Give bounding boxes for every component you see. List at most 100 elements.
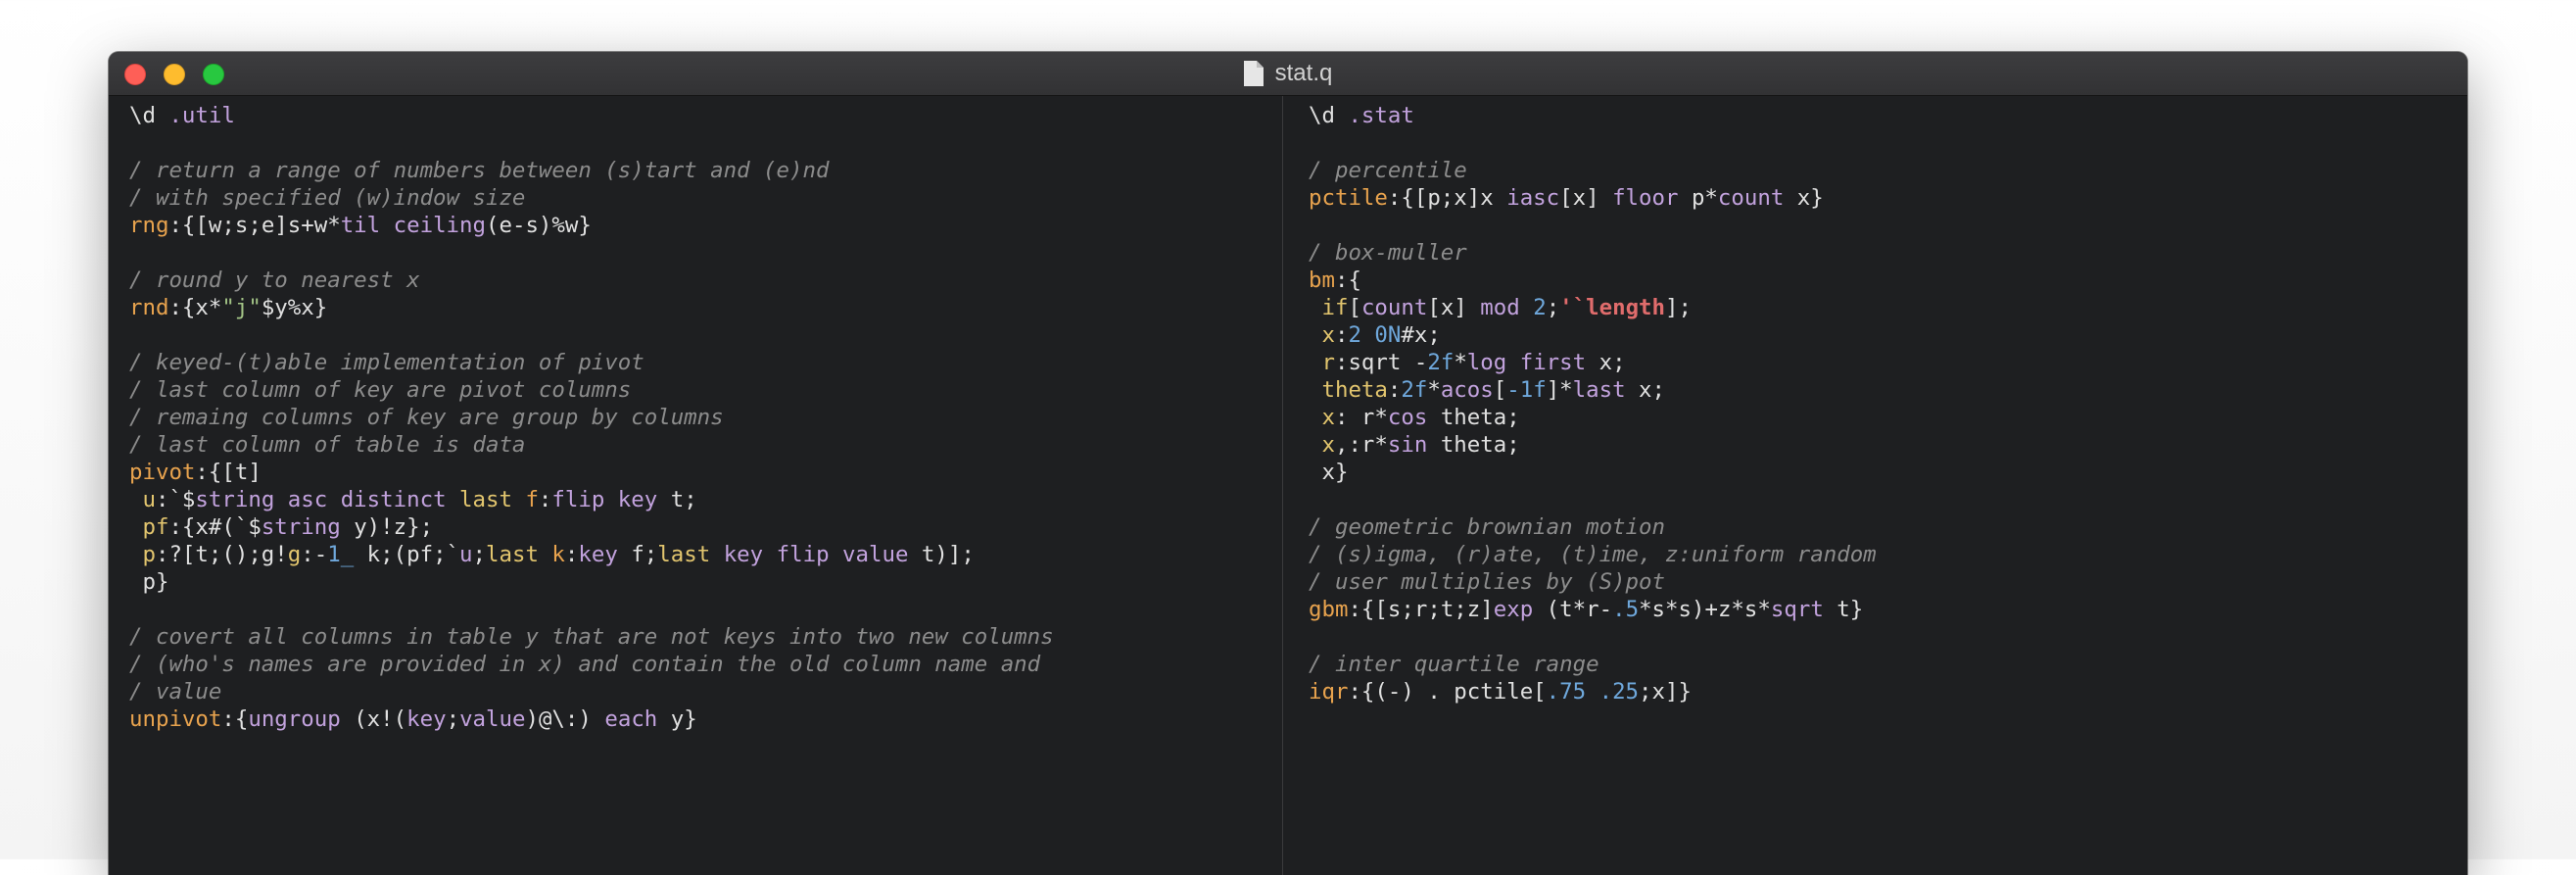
code-token: last <box>459 487 526 512</box>
code-line[interactable]: / last column of key are pivot columns <box>129 376 1282 404</box>
code-line[interactable]: pivot:{[t] <box>129 459 1282 486</box>
code-token: : <box>1334 322 1349 348</box>
code-line[interactable]: p} <box>129 568 1282 596</box>
code-token: key <box>406 706 447 732</box>
code-line[interactable]: rnd:{x*"j"$y%x} <box>129 294 1282 321</box>
code-line[interactable] <box>129 596 1282 623</box>
code-line[interactable]: / return a range of numbers between (s)t… <box>129 157 1282 184</box>
code-line[interactable]: u:`$string asc distinct last f:flip key … <box>129 486 1282 513</box>
code-line[interactable]: iqr:{(-) . pctile[.75 .25;x]} <box>1309 678 2467 705</box>
code-token: * <box>1454 350 1467 375</box>
code-line[interactable]: gbm:{[s;r;t;z]exp (t*r-.5*s*s)+z*s*sqrt … <box>1309 596 2467 623</box>
code-line[interactable]: if[count[x] mod 2;'`length]; <box>1309 294 2467 321</box>
code-token: x <box>1321 432 1335 458</box>
code-token: x <box>1321 405 1335 430</box>
code-line[interactable]: / percentile <box>1309 157 2467 184</box>
code-line[interactable]: bm:{ <box>1309 267 2467 294</box>
code-token: / value <box>129 679 222 705</box>
code-line[interactable]: / remaing columns of key are group by co… <box>129 404 1282 431</box>
code-token: bm <box>1309 267 1335 293</box>
code-token: [x] <box>1559 185 1613 211</box>
code-token: p <box>142 542 156 567</box>
code-token: last <box>1572 377 1626 403</box>
left-editor-pane[interactable]: \d .util / return a range of numbers betw… <box>109 96 1283 875</box>
code-token: ; <box>1546 295 1560 320</box>
code-token: last <box>657 542 724 567</box>
code-token: count <box>1360 295 1428 320</box>
code-token: x; <box>1586 350 1626 375</box>
code-line[interactable] <box>129 129 1282 157</box>
code-line[interactable] <box>129 321 1282 349</box>
code-line[interactable]: theta:2f*acos[-1f]*last x; <box>1309 376 2467 404</box>
code-token: x} <box>1784 185 1824 211</box>
code-token: u <box>142 487 156 512</box>
code-token: pf <box>142 514 169 540</box>
code-token: flip key <box>551 487 658 512</box>
code-token: '`length <box>1559 295 1666 320</box>
code-line[interactable]: x,:r*sin theta; <box>1309 431 2467 459</box>
code-line[interactable]: pctile:{[p;x]x iasc[x] floor p*count x} <box>1309 184 2467 212</box>
code-token: p* <box>1678 185 1718 211</box>
code-token: 1_ <box>327 542 355 567</box>
code-token: .75 .25 <box>1546 679 1640 705</box>
code-line[interactable]: x:2 0N#x; <box>1309 321 2467 349</box>
right-editor-pane[interactable]: \d .stat / percentile pctile:{[p;x]x iasc[… <box>1284 96 2467 875</box>
code-line[interactable]: / round y to nearest x <box>129 267 1282 294</box>
code-line[interactable]: unpivot:{ungroup (x!(key;value)@\:) each… <box>129 705 1282 733</box>
code-token: ]; <box>1665 295 1692 320</box>
code-token: iasc <box>1506 185 1560 211</box>
code-token: r <box>1321 350 1335 375</box>
code-line[interactable] <box>1309 129 2467 157</box>
code-line[interactable]: x: r*cos theta; <box>1309 404 2467 431</box>
code-line[interactable]: pf:{x#(`$string y)!z}; <box>129 513 1282 541</box>
code-line[interactable]: p:?[t;();g!g:-1_ k;(pf;`u;last k:key f;l… <box>129 541 1282 568</box>
code-line[interactable] <box>1309 486 2467 513</box>
code-line[interactable]: \d .util <box>129 102 1282 129</box>
code-line[interactable]: / covert all columns in table y that are… <box>129 623 1282 651</box>
code-line[interactable]: x} <box>1309 459 2467 486</box>
left-code-text[interactable]: \d .util / return a range of numbers betw… <box>129 96 1282 733</box>
code-line[interactable] <box>1309 623 2467 651</box>
code-token: g <box>287 542 302 567</box>
editor-window: stat.q \d .util / return a range of numbe… <box>109 52 2467 875</box>
code-token: 2 <box>1533 295 1547 320</box>
code-line[interactable]: rng:{[w;s;e]s+w*til ceiling(e-s)%w} <box>129 212 1282 239</box>
code-line[interactable]: \d .stat <box>1309 102 2467 129</box>
code-token: ,:r* <box>1334 432 1388 458</box>
right-code-text[interactable]: \d .stat / percentile pctile:{[p;x]x iasc[… <box>1309 96 2467 705</box>
code-line[interactable]: / last column of table is data <box>129 431 1282 459</box>
code-token: / (who's names are provided in x) and co… <box>129 652 1041 677</box>
code-token: :{ <box>221 706 249 732</box>
code-token: :{x* <box>168 295 222 320</box>
code-line[interactable]: / user multiplies by (S)pot <box>1309 568 2467 596</box>
code-token: :{(-) . pctile[ <box>1348 679 1547 705</box>
code-line[interactable]: / inter quartile range <box>1309 651 2467 678</box>
code-token: key flip value <box>723 542 909 567</box>
code-token: -1f <box>1506 377 1547 403</box>
code-token: gbm <box>1309 597 1349 622</box>
code-token: pivot <box>129 460 196 485</box>
code-token: iqr <box>1309 679 1349 705</box>
code-line[interactable]: / (who's names are provided in x) and co… <box>129 651 1282 678</box>
code-line[interactable]: / keyed-(t)able implementation of pivot <box>129 349 1282 376</box>
code-token: pctile <box>1309 185 1388 211</box>
code-token: mod <box>1480 295 1520 320</box>
code-token: / remaing columns of key are group by co… <box>129 405 724 430</box>
code-line[interactable]: r:sqrt -2f*log first x; <box>1309 349 2467 376</box>
code-line[interactable]: / (s)igma, (r)ate, (t)ime, z:uniform ran… <box>1309 541 2467 568</box>
code-line[interactable]: / box-muller <box>1309 239 2467 267</box>
title-bar[interactable]: stat.q <box>109 52 2467 96</box>
code-line[interactable]: / geometric brownian motion <box>1309 513 2467 541</box>
code-token: d <box>142 103 169 128</box>
code-token: rng <box>129 213 169 238</box>
code-token: ;x]} <box>1639 679 1692 705</box>
code-line[interactable] <box>1309 212 2467 239</box>
window-title-group: stat.q <box>109 52 2467 95</box>
code-token: / last column of table is data <box>129 432 526 458</box>
code-line[interactable]: / value <box>129 678 1282 705</box>
code-line[interactable]: / with specified (w)indow size <box>129 184 1282 212</box>
code-line[interactable] <box>129 239 1282 267</box>
